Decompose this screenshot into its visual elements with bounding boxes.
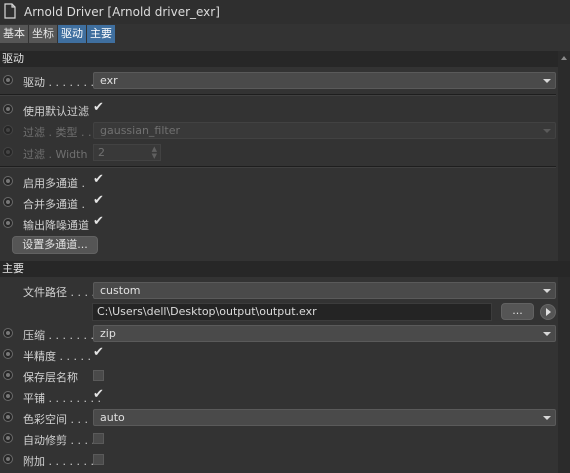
filter-type-value: gaussian_filter [100,124,181,137]
compression-label: 压缩 . . . . . . . . [23,329,101,342]
color-space-label: 色彩空间 . . . [23,413,88,426]
autocrop-row: 自动修剪 . . . . [0,430,556,448]
driver-label: 驱动 . . . . . . . . [23,76,101,89]
preserve-layer-name-checkbox[interactable] [93,370,104,381]
preserve-layer-name-row: 保存层名称 [0,367,556,385]
compression-dropdown[interactable]: zip [93,325,556,342]
divider [0,166,556,168]
browse-button[interactable]: ... [501,303,534,320]
output-denoise-row: 输出降噪通道 ✔ [0,215,556,233]
output-denoise-label: 输出降噪通道 [23,219,89,232]
filter-width-label: 过滤 . Width [23,148,88,161]
keyframe-radio-icon[interactable] [3,218,13,228]
section-header-driver: 驱动 [0,51,570,67]
chevron-down-icon [543,129,551,133]
tiled-label: 平铺 . . . . . . . . [23,392,101,405]
compression-value: zip [100,327,116,340]
window-title: Arnold Driver [Arnold driver_exr] [24,5,220,19]
color-space-dropdown[interactable]: auto [93,409,556,426]
tab-bar: 基本 坐标 驱动 主要 [0,25,116,43]
keyframe-radio-icon[interactable] [3,104,13,114]
filter-width-value: 2 [98,146,105,159]
half-precision-row: 半精度 . . . . . ✔ [0,346,556,364]
file-path-label: 文件路径 . . . . [23,286,95,299]
keyframe-radio-icon [3,125,13,135]
enable-multipass-row: 启用多通道 . ✔ [0,173,556,191]
merge-multipass-row: 合并多通道 . ✔ [0,194,556,212]
autocrop-label: 自动修剪 . . . . [23,434,95,447]
filter-type-row: 过滤 . 类型 . . gaussian_filter [0,122,556,140]
keyframe-radio-icon[interactable] [3,454,13,464]
append-label: 附加 . . . . . . . . [23,455,101,468]
tab-basic[interactable]: 基本 [0,25,28,43]
chevron-down-icon [543,332,551,336]
chevron-down-icon [543,79,551,83]
keyframe-radio-icon[interactable] [3,349,13,359]
file-path-input[interactable]: C:\Users\dell\Desktop\output\output.exr [92,303,492,321]
section-header-main: 主要 [0,261,570,277]
keyframe-radio-icon[interactable] [3,197,13,207]
document-icon [4,3,16,19]
chevron-down-icon [543,416,551,420]
checkmark-icon[interactable]: ✔ [93,346,104,360]
color-space-row: 色彩空间 . . . auto [0,409,556,427]
tab-main[interactable]: 主要 [87,25,115,43]
checkmark-icon[interactable]: ✔ [93,194,104,208]
keyframe-radio-icon[interactable] [3,370,13,380]
keyframe-radio-icon[interactable] [3,412,13,422]
keyframe-radio-icon[interactable] [3,75,13,85]
keyframe-radio-icon [3,147,13,157]
checkmark-icon[interactable]: ✔ [93,388,104,402]
driver-value: exr [100,74,118,87]
file-path-value: C:\Users\dell\Desktop\output\output.exr [97,305,317,318]
tiled-row: 平铺 . . . . . . . . ✔ [0,388,556,406]
merge-multipass-label: 合并多通道 . [23,198,85,211]
file-path-mode-value: custom [100,284,141,297]
divider [0,94,556,96]
tab-coordinates[interactable]: 坐标 [29,25,57,43]
play-arrow-icon[interactable] [540,304,556,320]
checkmark-icon[interactable]: ✔ [93,101,104,115]
use-default-filter-label: 使用默认过滤 [23,105,89,118]
keyframe-radio-icon[interactable] [3,391,13,401]
tab-driver[interactable]: 驱动 [58,25,86,43]
scroll-up-arrow-icon[interactable] [561,56,567,60]
spin-arrows-icon: ▲ ▼ [151,145,157,160]
chevron-down-icon [543,289,551,293]
setup-multipass-button[interactable]: 设置多通道... [12,236,98,254]
filter-width-row: 过滤 . Width 2 ▲ ▼ [0,144,556,162]
autocrop-checkbox[interactable] [93,433,104,444]
keyframe-radio-icon[interactable] [3,328,13,338]
preserve-layer-name-label: 保存层名称 [23,371,78,384]
driver-dropdown[interactable]: exr [93,72,556,89]
enable-multipass-label: 启用多通道 . [23,177,85,190]
use-default-filter-row: 使用默认过滤 ✔ [0,101,556,119]
filter-type-label: 过滤 . 类型 . . [23,126,92,139]
keyframe-radio-icon[interactable] [3,433,13,443]
filter-type-dropdown: gaussian_filter [93,122,556,139]
keyframe-radio-icon[interactable] [3,176,13,186]
color-space-value: auto [100,411,125,424]
checkmark-icon[interactable]: ✔ [93,215,104,229]
compression-row: 压缩 . . . . . . . . zip [0,325,556,343]
title-bar: Arnold Driver [Arnold driver_exr] [0,0,570,24]
filter-width-spinbox: 2 ▲ ▼ [93,144,161,161]
driver-row: 驱动 . . . . . . . . exr [0,72,556,90]
file-path-mode-dropdown[interactable]: custom [93,282,556,299]
half-precision-label: 半精度 . . . . . [23,350,91,363]
append-row: 附加 . . . . . . . . [0,451,556,469]
file-path-row: 文件路径 . . . . custom [0,282,556,300]
checkmark-icon[interactable]: ✔ [93,173,104,187]
append-checkbox[interactable] [93,454,104,465]
